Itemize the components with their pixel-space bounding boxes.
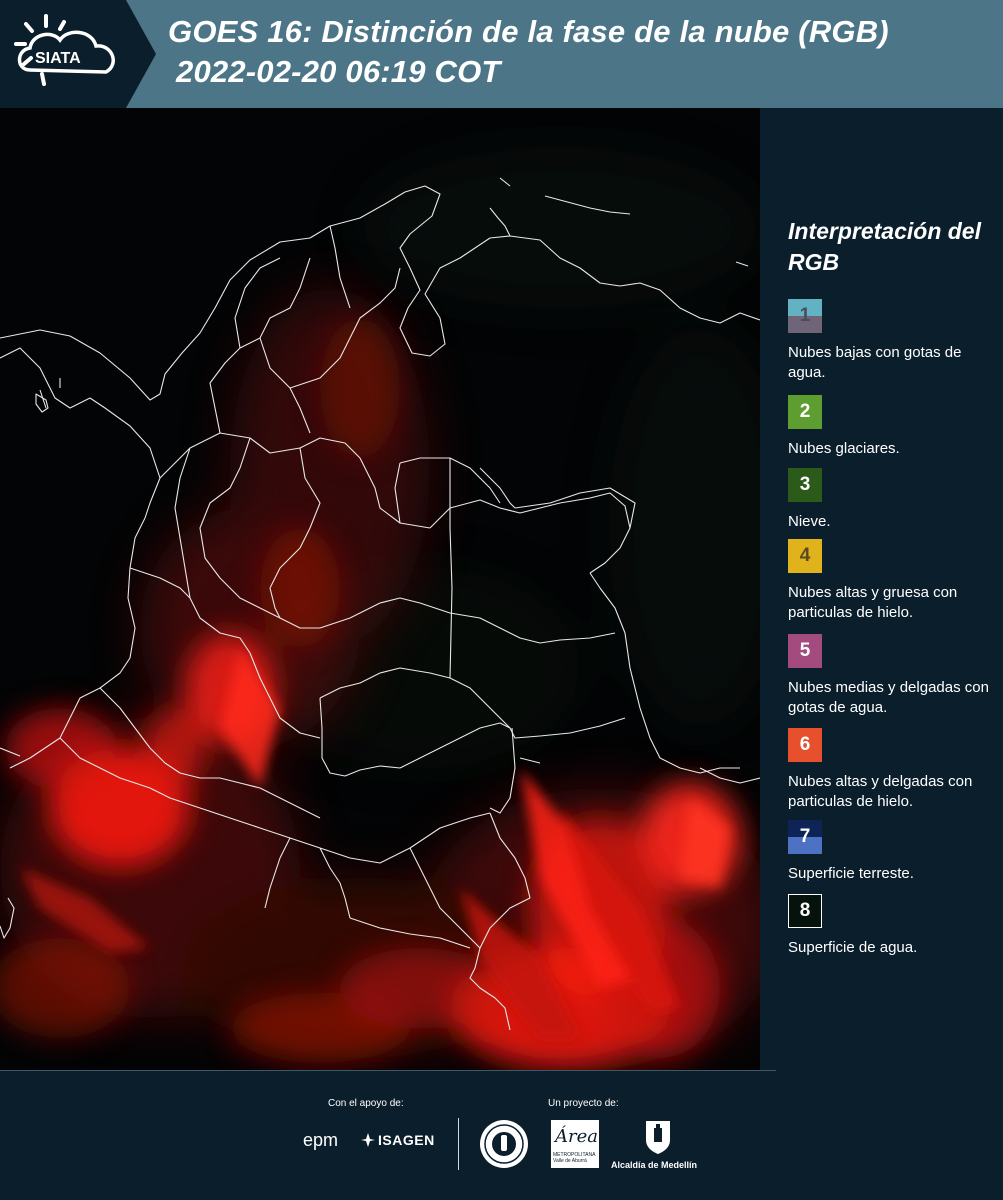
footer-rule — [0, 1070, 776, 1071]
legend-item-3: 3 Nieve. — [788, 468, 1000, 532]
siata-wordmark: SIATA — [35, 50, 81, 67]
legend-number-6: 6 — [799, 734, 811, 755]
legend-item-7: 7 Superficie terreste. — [788, 820, 1000, 884]
legend-item-6: 6 Nubes altas y delgadas con particulas … — [788, 728, 1000, 812]
satellite-image — [0, 108, 760, 1070]
legend-swatch-2: 2 — [788, 395, 822, 429]
footer: Con el apoyo de: Un proyecto de: epm ISA… — [0, 1070, 1003, 1200]
seal-logo — [480, 1120, 528, 1168]
support-caption: Con el apoyo de: — [328, 1098, 404, 1109]
legend-number-1: 1 — [799, 305, 811, 326]
legend-label-4: Nubes altas y gruesa con particulas de h… — [788, 584, 958, 621]
siata-logo-panel: SIATA — [0, 0, 156, 108]
legend-swatch-8: 8 — [788, 894, 822, 928]
legend-number-3: 3 — [799, 474, 811, 495]
legend-label-7: Superficie terreste. — [788, 865, 914, 882]
alcaldia-shield-icon — [646, 1121, 670, 1154]
legend-swatch-1: 1 — [788, 299, 822, 333]
alcaldia-label: Alcaldía de Medellín — [611, 1160, 698, 1170]
area-subtitle: METROPOLITANA Valle de Aburrá — [553, 1152, 596, 1164]
legend-swatch-6: 6 — [788, 728, 822, 762]
satellite-map — [0, 108, 760, 1070]
legend-number-8: 8 — [799, 900, 811, 921]
legend-swatch-4: 4 — [788, 539, 822, 573]
page-timestamp: 2022-02-20 06:19 COT — [176, 54, 501, 89]
legend-label-1: Nubes bajas con gotas de agua. — [788, 344, 962, 381]
legend-swatch-3: 3 — [788, 468, 822, 502]
area-metropolitana-logo: Área METROPOLITANA Valle de Aburrá — [551, 1120, 599, 1168]
siata-logo: SIATA — [14, 14, 115, 86]
legend-label-2: Nubes glaciares. — [788, 440, 900, 457]
legend-number-4: 4 — [799, 545, 811, 566]
legend-item-5: 5 Nubes medias y delgadas con gotas de a… — [788, 634, 1000, 718]
legend-swatch-5: 5 — [788, 634, 822, 668]
legend-item-4: 4 Nubes altas y gruesa con particulas de… — [788, 539, 1000, 623]
legend-item-1: 1 Nubes bajas con gotas de agua. — [788, 299, 1000, 383]
legend-title: Interpretación del RGB — [788, 218, 981, 275]
legend-number-2: 2 — [799, 401, 811, 422]
isagen-logo: ISAGEN — [378, 1132, 435, 1148]
isagen-icon — [361, 1133, 375, 1147]
legend-panel: Interpretación del RGB 1 Nubes bajas con… — [760, 108, 1003, 1070]
legend-label-8: Superficie de agua. — [788, 939, 918, 956]
footer-divider — [458, 1118, 459, 1170]
page-title: GOES 16: Distinción de la fase de la nub… — [168, 14, 889, 49]
legend-item-8: 8 Superficie de agua. — [788, 894, 1000, 958]
legend-number-7: 7 — [799, 826, 811, 847]
header-bar: SIATA GOES 16: Distinción de la fase de … — [0, 0, 1003, 108]
legend-swatch-7: 7 — [788, 820, 822, 854]
legend-label-5: Nubes medias y delgadas con gotas de agu… — [788, 679, 989, 716]
legend-number-5: 5 — [799, 640, 811, 661]
legend-label-3: Nieve. — [788, 513, 831, 530]
project-caption: Un proyecto de: — [548, 1098, 619, 1109]
area-wordmark: Área — [555, 1126, 598, 1147]
legend-item-2: 2 Nubes glaciares. — [788, 395, 1000, 459]
epm-logo: epm — [303, 1130, 339, 1150]
legend-label-6: Nubes altas y delgadas con particulas de… — [788, 773, 973, 810]
